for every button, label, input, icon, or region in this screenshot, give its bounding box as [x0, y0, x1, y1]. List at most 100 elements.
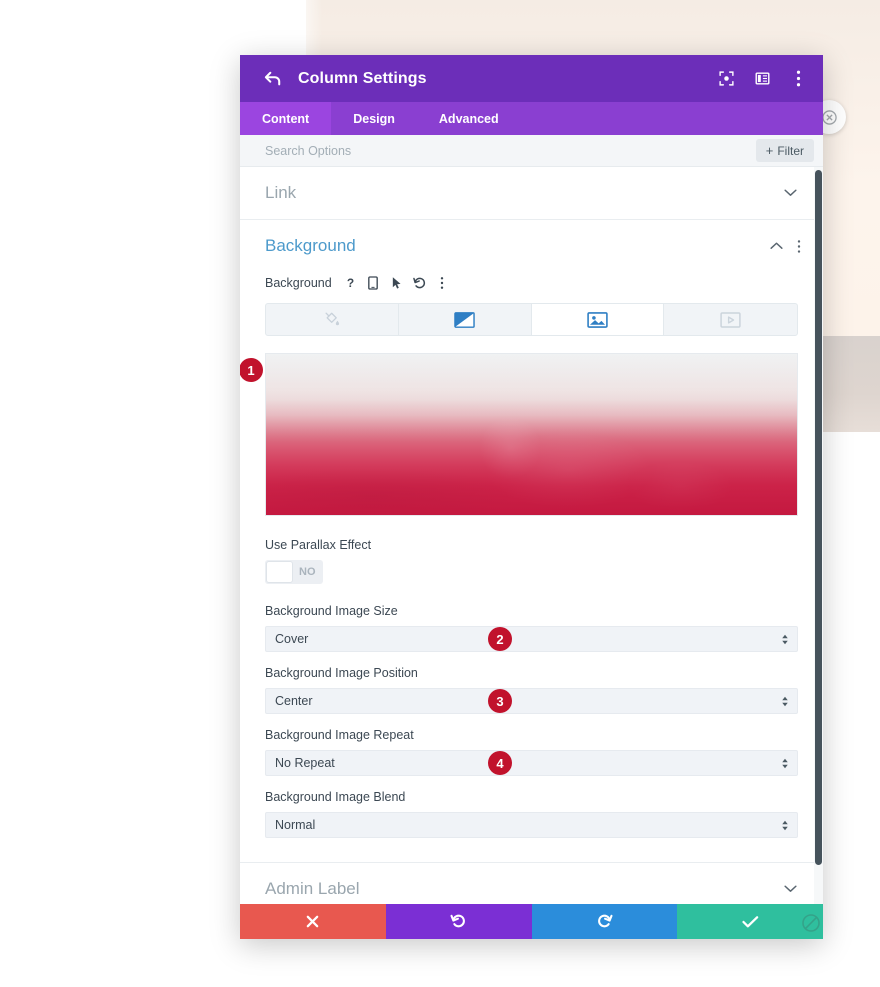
video-icon — [720, 311, 741, 328]
background-image-repeat-block: Background Image Repeat — [240, 728, 823, 742]
responsive-mobile-icon[interactable] — [367, 276, 380, 291]
annotation-badge-4: 4 — [488, 751, 512, 775]
focus-view-icon[interactable] — [717, 70, 735, 88]
section-link[interactable]: Link — [240, 167, 823, 220]
scrollbar-thumb[interactable] — [815, 170, 822, 865]
background-image-blend-block: Background Image Blend — [240, 790, 823, 804]
section-admin-label-text: Admin Label — [265, 879, 360, 898]
annotation-badge-3: 3 — [488, 689, 512, 713]
chevron-down-glyph — [784, 189, 797, 196]
background-image-repeat-value: No Repeat — [275, 756, 335, 770]
background-image-preview[interactable] — [265, 353, 798, 516]
background-image-size-block: Background Image Size — [240, 604, 823, 618]
modal-header: Column Settings — [240, 55, 823, 102]
section-more-glyph — [797, 239, 801, 253]
modal-tab-bar: Content Design Advanced — [240, 102, 823, 135]
modal-footer — [240, 904, 823, 939]
background-image-blend-row: Normal — [240, 812, 823, 838]
preview-image-red-overlay — [266, 354, 797, 515]
section-admin-label[interactable]: Admin Label — [240, 862, 823, 904]
chevron-up-icon[interactable] — [770, 242, 783, 250]
section-background-more-options-icon[interactable] — [797, 239, 801, 254]
no-entry-icon — [802, 914, 820, 932]
background-image-position-value: Center — [275, 694, 313, 708]
more-options-icon[interactable] — [789, 70, 807, 88]
background-image-repeat-select[interactable]: No Repeat — [265, 750, 798, 776]
back-arrow-icon[interactable] — [262, 68, 284, 90]
hover-cursor-icon[interactable] — [390, 276, 403, 291]
background-image-repeat-label: Background Image Repeat — [265, 728, 414, 742]
section-background-header[interactable]: Background — [240, 220, 823, 272]
reset-glyph — [412, 277, 425, 289]
header-icon-group — [717, 70, 807, 88]
background-image-blend-select[interactable]: Normal — [265, 812, 798, 838]
checkmark-icon — [742, 915, 758, 927]
chevron-down-icon[interactable] — [784, 184, 797, 202]
parallax-toggle[interactable]: NO — [265, 560, 323, 584]
reset-undo-icon[interactable] — [412, 276, 426, 291]
chevron-down-icon[interactable] — [784, 880, 797, 898]
parallax-toggle-value: NO — [299, 566, 316, 578]
filter-button[interactable]: + Filter — [755, 139, 814, 162]
screenshot-root: Column Settings Content Design Advanced … — [0, 0, 880, 987]
background-image-position-block: Background Image Position — [240, 666, 823, 680]
background-image-size-label: Background Image Size — [265, 604, 398, 618]
scrollbar-track[interactable] — [814, 167, 823, 904]
layout-panel-icon[interactable] — [753, 70, 771, 88]
help-icon[interactable]: ? — [344, 276, 357, 291]
paint-bucket-icon — [325, 312, 340, 326]
stepper-icon[interactable] — [781, 696, 789, 707]
redo-button[interactable] — [531, 904, 678, 939]
section-background-label: Background — [265, 236, 356, 255]
page-title: Column Settings — [298, 69, 427, 87]
background-image-size-row: 2 Cover — [240, 626, 823, 652]
background-image-position-row: 3 Center — [240, 688, 823, 714]
section-link-label: Link — [265, 183, 297, 202]
background-field-label: Background — [265, 276, 332, 290]
stepper-arrows-glyph — [782, 758, 788, 768]
filter-plus-icon: + — [765, 143, 774, 158]
background-video-tab[interactable] — [664, 304, 797, 335]
redo-icon — [597, 914, 613, 928]
gradient-icon — [454, 311, 475, 328]
annotation-badge-2: 2 — [488, 627, 512, 651]
more-options-glyph — [796, 70, 800, 87]
svg-text:?: ? — [347, 276, 354, 290]
cancel-button[interactable] — [240, 904, 386, 939]
chevron-up-glyph — [770, 242, 783, 249]
mobile-glyph — [368, 276, 379, 290]
filter-label: Filter — [777, 143, 804, 158]
search-input[interactable] — [265, 143, 756, 158]
search-bar: + Filter — [240, 135, 823, 167]
field-more-glyph — [441, 277, 444, 289]
background-image-size-value: Cover — [275, 632, 309, 646]
background-color-tab[interactable] — [266, 304, 399, 335]
close-x-icon — [307, 915, 319, 928]
background-field-head: Background ? — [240, 272, 823, 294]
background-image-size-select[interactable]: Cover — [265, 626, 798, 652]
undo-icon — [450, 914, 466, 928]
annotation-badge-1: 1 — [240, 358, 263, 382]
background-image-position-select[interactable]: Center — [265, 688, 798, 714]
tab-content[interactable]: Content — [240, 102, 332, 135]
stepper-icon[interactable] — [781, 634, 789, 645]
tab-advanced[interactable]: Advanced — [417, 102, 521, 135]
layout-panel-glyph — [755, 72, 769, 85]
parallax-label: Use Parallax Effect — [265, 538, 372, 552]
modal-scroll-body: Link Background Background ? 1 Use Paral… — [240, 167, 823, 904]
background-image-position-label: Background Image Position — [265, 666, 418, 680]
close-circle-icon — [821, 109, 837, 125]
stepper-arrows-glyph — [782, 696, 788, 706]
background-image-blend-value: Normal — [275, 818, 316, 832]
stepper-icon[interactable] — [781, 758, 789, 769]
floating-disabled-icon — [796, 908, 826, 938]
background-image-tab[interactable] — [531, 304, 665, 335]
tab-design[interactable]: Design — [331, 102, 417, 135]
background-field-more-options-icon[interactable] — [436, 276, 449, 291]
undo-button[interactable] — [385, 904, 532, 939]
stepper-arrows-glyph — [782, 634, 788, 644]
focus-view-glyph — [718, 71, 734, 86]
background-gradient-tab[interactable] — [399, 304, 532, 335]
cursor-glyph — [392, 277, 401, 289]
stepper-icon[interactable] — [781, 820, 789, 831]
